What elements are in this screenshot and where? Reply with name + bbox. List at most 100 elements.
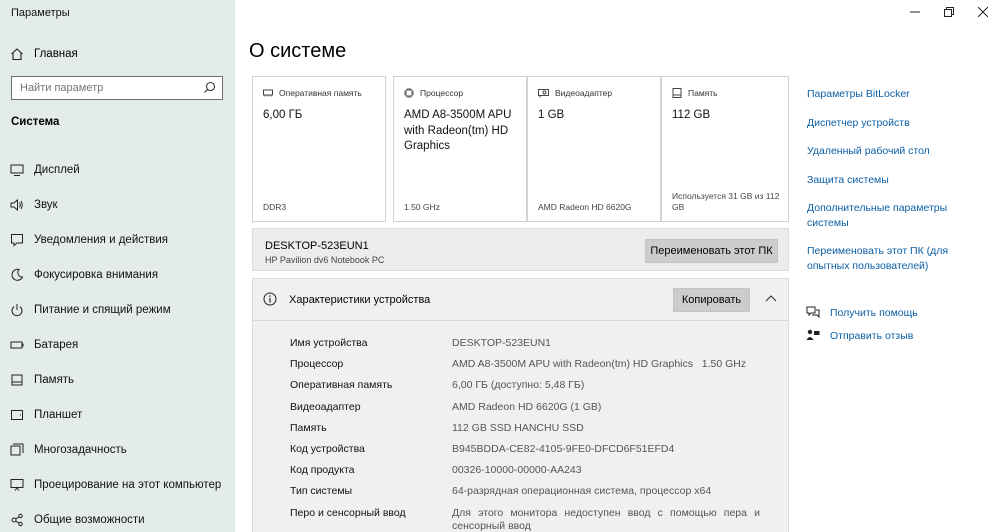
display-icon (0, 163, 34, 177)
chat-help-icon (806, 306, 830, 319)
advanced-system-settings-link[interactable]: Дополнительные параметры системы (807, 201, 972, 230)
device-manager-link[interactable]: Диспетчер устройств (807, 116, 972, 131)
spec-row: Имя устройства DESKTOP-523EUN1 (290, 337, 760, 358)
remote-desktop-link[interactable]: Удаленный рабочий стол (807, 144, 972, 159)
card-label: Процессор (420, 88, 464, 98)
card-subtext: AMD Radeon HD 6620G (538, 202, 632, 212)
sidebar-item-sound[interactable]: Звук (0, 187, 235, 222)
shared-icon (0, 513, 34, 527)
spec-value: AMD Radeon HD 6620G (1 GB) (452, 400, 602, 413)
get-help-link[interactable]: Получить помощь (806, 306, 918, 319)
spec-row: Процессор AMD A8-3500M APU with Radeon(tm… (290, 358, 760, 379)
sidebar-item-storage[interactable]: Память (0, 363, 235, 398)
spec-value: AMD A8-3500M APU with Radeon(tm) HD Grap… (452, 358, 747, 371)
ram-card: Оперативная память 6,00 ГБ DDR3 (252, 76, 386, 222)
feedback-icon (806, 329, 830, 342)
sidebar-item-home[interactable]: Главная (0, 42, 235, 66)
search-box[interactable] (11, 76, 223, 100)
moon-icon (0, 268, 34, 282)
card-value: 1 GB (538, 109, 565, 121)
sidebar-item-tablet[interactable]: Планшет (0, 398, 235, 433)
card-value: 6,00 ГБ (263, 109, 303, 121)
sidebar-section-title: Система (11, 116, 60, 128)
cpu-icon (404, 88, 414, 98)
spec-key: Перо и сенсорный ввод (290, 506, 406, 519)
minimize-button[interactable] (898, 0, 932, 26)
sidebar-item-focus[interactable]: Фокусировка внимания (0, 257, 235, 292)
specs-title: Характеристики устройства (289, 294, 431, 306)
storage-card: Память 112 GB Используется 31 GB из 112 … (661, 76, 789, 222)
spec-key: Видеоадаптер (290, 400, 361, 413)
copy-button[interactable]: Копировать (673, 288, 750, 312)
send-feedback-link[interactable]: Отправить отзыв (806, 329, 913, 342)
get-help-label: Получить помощь (830, 306, 918, 319)
card-header: Процессор (404, 88, 463, 98)
card-subtext: DDR3 (263, 202, 287, 212)
device-name-bar: DESKTOP-523EUN1 HP Pavilion dv6 Notebook… (252, 228, 789, 271)
search-input[interactable] (12, 77, 192, 99)
card-header: Видеоадаптер (538, 88, 612, 98)
spec-row: Оперативная память 6,00 ГБ (доступно: 5,4… (290, 379, 760, 400)
gpu-card: Видеоадаптер 1 GB AMD Radeon HD 6620G (527, 76, 661, 222)
spec-row: Видеоадаптер AMD Radeon HD 6620G (1 GB) (290, 401, 760, 422)
sidebar-item-label: Фокусировка внимания (34, 268, 159, 281)
close-button[interactable] (966, 0, 1000, 26)
projection-icon (0, 478, 34, 492)
spec-key: Тип системы (290, 485, 353, 498)
card-header: Оперативная память (263, 88, 362, 98)
rename-pc-button[interactable]: Переименовать этот ПК (645, 239, 778, 263)
cpu-card: Процессор AMD A8-3500M APU with Radeon(t… (393, 76, 527, 222)
sidebar-item-display[interactable]: Дисплей (0, 152, 235, 187)
device-model: HP Pavilion dv6 Notebook PC (265, 255, 385, 265)
sidebar-item-label: Общие возможности (34, 514, 145, 527)
spec-key: Процессор (290, 358, 344, 371)
sidebar-item-label: Батарея (34, 339, 79, 352)
spec-value: 64-разрядная операционная система, проце… (452, 485, 712, 498)
tablet-icon (0, 408, 34, 422)
bitlocker-link[interactable]: Параметры BitLocker (807, 87, 972, 102)
spec-key: Оперативная память (290, 379, 393, 392)
restore-button[interactable] (932, 0, 966, 26)
card-subtext: Используется 31 GB из 112 GB (672, 191, 780, 212)
search-icon[interactable] (203, 81, 216, 99)
spec-key: Код продукта (290, 464, 355, 477)
sidebar-item-battery[interactable]: Батарея (0, 327, 235, 362)
spec-value: Для этого монитора недоступен ввод с пом… (452, 506, 760, 532)
spec-key: Код устройства (290, 442, 365, 455)
rename-pc-advanced-link[interactable]: Переименовать этот ПК (для опытных польз… (807, 244, 972, 273)
card-value: 112 GB (672, 109, 711, 121)
gpu-icon (538, 88, 549, 98)
card-value: AMD A8-3500M APU with Radeon(tm) HD Grap… (404, 109, 512, 152)
spec-key: Имя устройства (290, 337, 368, 349)
close-icon (977, 4, 989, 22)
system-protection-link[interactable]: Защита системы (807, 173, 972, 188)
related-settings: Параметры BitLocker Диспетчер устройств … (807, 87, 972, 273)
chevron-up-icon[interactable] (765, 292, 777, 310)
multitasking-icon (0, 443, 34, 457)
sidebar: Параметры Главная Система Дисплей Звук У… (0, 0, 235, 532)
sidebar-item-multitasking[interactable]: Многозадачность (0, 433, 235, 468)
spec-key: Память (290, 421, 327, 434)
ram-icon (263, 89, 273, 97)
sidebar-item-power[interactable]: Питание и спящий режим (0, 292, 235, 327)
page-title: О системе (249, 40, 347, 62)
sidebar-item-shared-experiences[interactable]: Общие возможности (0, 503, 235, 532)
spec-row: Тип системы 64-разрядная операционная сис… (290, 485, 760, 506)
storage-icon (672, 88, 682, 98)
sidebar-item-label: Звук (34, 198, 58, 211)
card-label: Видеоадаптер (555, 88, 613, 98)
device-name: DESKTOP-523EUN1 (265, 240, 369, 252)
sidebar-item-home-label: Главная (34, 48, 78, 60)
card-header: Память (672, 88, 718, 98)
info-icon (263, 292, 277, 311)
card-subtext: 1.50 GHz (404, 202, 440, 212)
sidebar-item-notifications[interactable]: Уведомления и действия (0, 222, 235, 257)
spec-row: Память 112 GB SSD HANCHU SSD (290, 422, 760, 443)
power-icon (0, 303, 34, 317)
window-controls (898, 0, 1000, 26)
sidebar-item-projecting[interactable]: Проецирование на этот компьютер (0, 468, 235, 503)
restore-icon (944, 4, 954, 22)
specs-header[interactable]: Характеристики устройства Копировать (253, 279, 788, 321)
spec-row: Код продукта 00326-10000-00000-AA243 (290, 464, 760, 485)
notification-icon (0, 233, 34, 247)
